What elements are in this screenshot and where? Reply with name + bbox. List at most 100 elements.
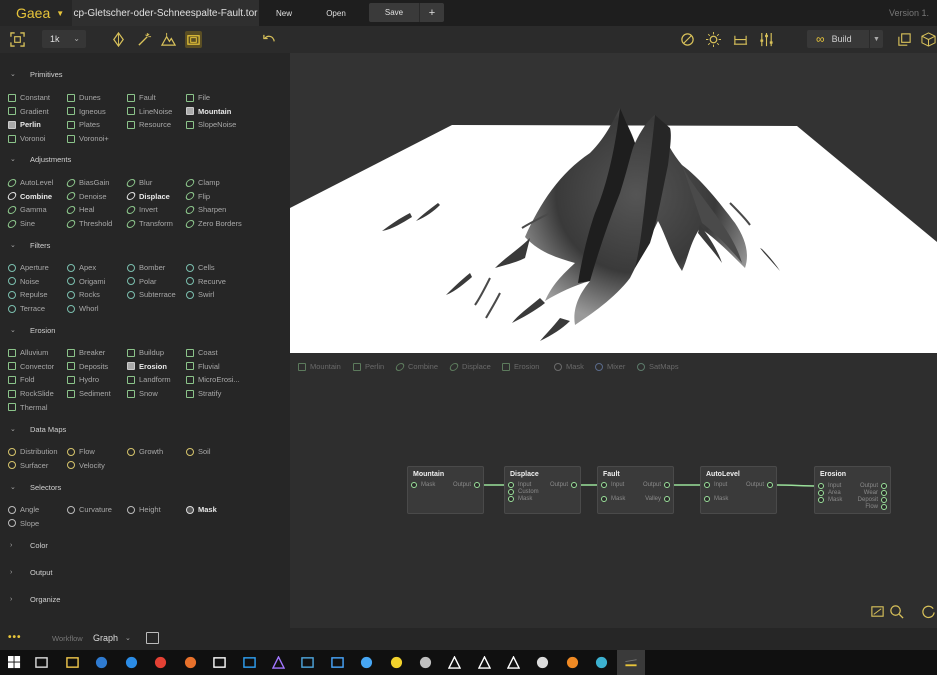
port-output[interactable]: Output xyxy=(860,483,887,489)
node-item-slopenoise[interactable]: SlopeNoise xyxy=(186,119,236,130)
port-dot[interactable] xyxy=(818,490,824,496)
node-item-origami[interactable]: Origami xyxy=(67,276,105,287)
port-dot[interactable] xyxy=(704,496,710,502)
port-output[interactable]: Output xyxy=(453,482,480,488)
section-color[interactable]: › Color xyxy=(10,539,48,551)
graph-node-autolevel[interactable]: AutoLevel Input Mask Output xyxy=(700,466,777,514)
node-item-sediment[interactable]: Sediment xyxy=(67,388,111,399)
node-item-breaker[interactable]: Breaker xyxy=(67,347,105,358)
port-dot[interactable] xyxy=(881,497,887,503)
section-organize[interactable]: › Organize xyxy=(10,593,60,605)
node-item-thermal[interactable]: Thermal xyxy=(8,402,48,413)
port-dot[interactable] xyxy=(601,482,607,488)
node-item-curvature[interactable]: Curvature xyxy=(67,504,112,515)
node-item-fault[interactable]: Fault xyxy=(127,92,156,103)
globe-icon[interactable] xyxy=(593,654,609,670)
section-filters[interactable]: ⌄ Filters xyxy=(10,239,50,251)
filter-erosion[interactable]: Erosion xyxy=(502,361,539,372)
node-item-blur[interactable]: Blur xyxy=(125,177,152,188)
workflow-select[interactable]: Graph xyxy=(93,633,118,643)
outlook-icon[interactable] xyxy=(93,654,109,670)
port-dot[interactable] xyxy=(767,482,773,488)
node-item-aperture[interactable]: Aperture xyxy=(8,262,49,273)
node-item-constant[interactable]: Constant xyxy=(8,92,50,103)
open-button[interactable]: Open xyxy=(320,0,352,26)
camera-icon[interactable] xyxy=(185,31,202,48)
fit-view-icon[interactable] xyxy=(9,31,26,48)
chevron-down-icon[interactable]: ▼ xyxy=(869,30,883,48)
chrome-icon[interactable] xyxy=(152,654,168,670)
node-item-gamma[interactable]: Gamma xyxy=(6,204,47,215)
port-dot[interactable] xyxy=(704,482,710,488)
frame-icon[interactable] xyxy=(869,603,886,620)
port-dot[interactable] xyxy=(881,504,887,510)
node-item-perlin[interactable]: Perlin xyxy=(8,119,41,130)
filter-mountain[interactable]: Mountain xyxy=(298,361,341,372)
cube-icon[interactable] xyxy=(920,31,937,48)
port-dot[interactable] xyxy=(818,483,824,489)
section-adjustments[interactable]: ⌄ Adjustments xyxy=(10,153,71,165)
ground-plane-icon[interactable] xyxy=(732,31,749,48)
filter-mask[interactable]: Mask xyxy=(554,361,584,372)
node-item-snow[interactable]: Snow xyxy=(127,388,158,399)
node-item-sine[interactable]: Sine xyxy=(6,218,35,229)
more-menu-button[interactable]: ••• xyxy=(8,632,22,643)
file-tab[interactable]: cp-Gletscher-oder-Schneespalte-Fault.tor xyxy=(72,0,259,26)
node-item-terrace[interactable]: Terrace xyxy=(8,303,45,314)
node-item-recurve[interactable]: Recurve xyxy=(186,276,226,287)
filter-perlin[interactable]: Perlin xyxy=(353,361,384,372)
filter-displace[interactable]: Displace xyxy=(448,361,491,372)
port-input[interactable]: Input xyxy=(601,482,624,488)
sliders-icon[interactable] xyxy=(758,31,775,48)
node-item-dunes[interactable]: Dunes xyxy=(67,92,101,103)
node-item-deposits[interactable]: Deposits xyxy=(67,361,108,372)
node-item-voronoi[interactable]: Voronoi xyxy=(8,133,45,144)
terrain-icon[interactable] xyxy=(160,31,177,48)
node-item-height[interactable]: Height xyxy=(127,504,161,515)
node-item-fluvial[interactable]: Fluvial xyxy=(186,361,220,372)
port-input[interactable]: Input xyxy=(508,482,531,488)
section-output[interactable]: › Output xyxy=(10,566,53,578)
port-dot[interactable] xyxy=(508,496,514,502)
port-dot[interactable] xyxy=(881,483,887,489)
port-wear[interactable]: Wear xyxy=(864,490,887,496)
node-item-zero-borders[interactable]: Zero Borders xyxy=(184,218,242,229)
lightroom-icon[interactable] xyxy=(299,654,315,670)
app-icon[interactable] xyxy=(358,654,374,670)
node-item-stratify[interactable]: Stratify xyxy=(186,388,221,399)
port-deposit[interactable]: Deposit xyxy=(858,497,887,503)
port-mask[interactable]: Mask xyxy=(601,496,625,502)
affinity-icon[interactable] xyxy=(270,654,286,670)
node-graph[interactable]: Mountain Perlin Combine Displace Erosion Mask… xyxy=(290,353,937,628)
port-input[interactable]: Input xyxy=(818,483,841,489)
gamepad-icon[interactable] xyxy=(211,654,227,670)
node-item-repulse[interactable]: Repulse xyxy=(8,289,48,300)
unity-icon[interactable] xyxy=(446,654,462,670)
port-dot[interactable] xyxy=(881,490,887,496)
node-item-microerosi[interactable]: MicroErosi... xyxy=(186,374,240,385)
port-dot[interactable] xyxy=(818,497,824,503)
3d-viewport[interactable] xyxy=(290,53,937,353)
filter-mixer[interactable]: Mixer xyxy=(595,361,625,372)
node-item-distribution[interactable]: Distribution xyxy=(8,446,58,457)
node-item-biasgain[interactable]: BiasGain xyxy=(65,177,109,188)
node-item-erosion[interactable]: Erosion xyxy=(127,361,167,372)
resolution-select[interactable]: 1k ⌄ xyxy=(42,30,86,48)
node-item-velocity[interactable]: Velocity xyxy=(67,460,105,471)
file-explorer-icon[interactable] xyxy=(64,654,80,670)
node-item-soil[interactable]: Soil xyxy=(186,446,211,457)
port-dot[interactable] xyxy=(411,482,417,488)
graph-node-erosion[interactable]: Erosion Input Area Mask Output Wear Depo… xyxy=(814,466,891,514)
node-item-mask[interactable]: Mask xyxy=(186,504,217,515)
node-item-autolevel[interactable]: AutoLevel xyxy=(6,177,53,188)
node-item-clamp[interactable]: Clamp xyxy=(184,177,220,188)
blender-icon[interactable] xyxy=(564,654,580,670)
compass-icon[interactable] xyxy=(110,31,127,48)
zoom-icon[interactable] xyxy=(888,603,905,620)
node-item-slope[interactable]: Slope xyxy=(8,518,39,529)
port-dot[interactable] xyxy=(474,482,480,488)
graph-node-fault[interactable]: Fault Input Mask Output Valley xyxy=(597,466,674,514)
filter-combine[interactable]: Combine xyxy=(394,361,438,372)
section-erosion[interactable]: ⌄ Erosion xyxy=(10,324,55,336)
node-item-hydro[interactable]: Hydro xyxy=(67,374,99,385)
